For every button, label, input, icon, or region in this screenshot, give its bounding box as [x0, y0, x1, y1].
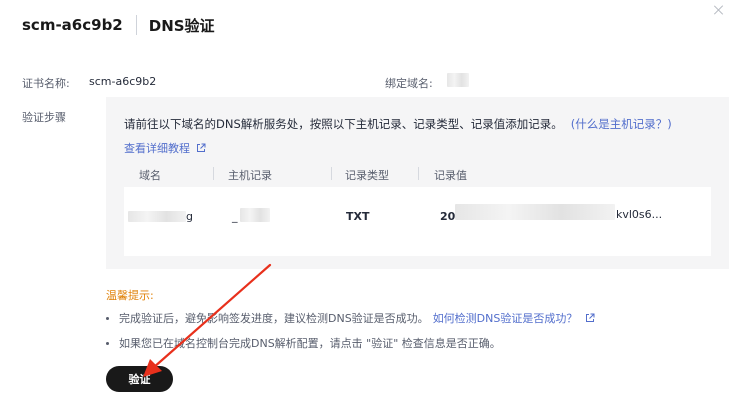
record-type-cell: TXT	[346, 210, 370, 223]
column-divider	[331, 167, 332, 180]
external-link-icon[interactable]	[585, 313, 595, 323]
record-value-prefix: 20	[440, 210, 456, 223]
header-cert-name: scm-a6c9b2	[22, 16, 123, 34]
dns-verify-dialog: scm-a6c9b2 DNS验证 证书名称: scm-a6c9b2 绑定域名: …	[0, 0, 735, 418]
instruction-main: 请前往以下域名的DNS解析服务处，按照以下主机记录、记录类型、记录值添加记录。	[124, 117, 563, 131]
steps-label: 验证步骤	[22, 111, 66, 124]
bound-domain-label: 绑定域名:	[385, 77, 433, 90]
record-value-suffix: kvl0s6...	[616, 208, 663, 221]
domain-cell-visible: g	[186, 210, 193, 223]
column-header-type: 记录类型	[345, 169, 389, 182]
tip-item: 如果您已在域名控制台完成DNS解析配置，请点击 "验证" 检查信息是否正确。	[106, 335, 501, 351]
domain-cell-redacted	[128, 211, 186, 222]
host-cell-visible: _	[232, 210, 238, 223]
bound-domain-value-redacted	[447, 73, 469, 87]
dialog-title: DNS验证	[148, 16, 215, 35]
check-dns-link[interactable]: 如何检测DNS验证是否成功？	[433, 310, 578, 326]
column-header-value: 记录值	[434, 169, 467, 182]
column-header-host: 主机记录	[228, 169, 272, 182]
column-divider	[418, 167, 419, 180]
header-separator	[135, 15, 137, 35]
cert-name-label: 证书名称:	[22, 77, 70, 90]
tutorial-link-label: 查看详细教程	[124, 142, 190, 155]
tips-title: 温馨提示:	[106, 289, 154, 302]
record-value-redacted	[455, 204, 615, 220]
table-header: 域名 主机记录 记录类型 记录值	[124, 160, 711, 187]
tip1-text: 完成验证后，避免影响签发进度，建议检测DNS验证是否成功。	[119, 312, 429, 325]
verify-button[interactable]: 验证	[106, 366, 173, 392]
dns-record-table: 域名 主机记录 记录类型 记录值 g _ TXT 20 kvl0s6...	[124, 160, 711, 256]
dialog-header: scm-a6c9b2 DNS验证	[22, 14, 215, 36]
bullet-icon	[106, 316, 109, 320]
host-cell-redacted	[240, 208, 270, 222]
verification-steps-panel: 请前往以下域名的DNS解析服务处，按照以下主机记录、记录类型、记录值添加记录。 (…	[106, 97, 729, 269]
column-header-domain: 域名	[139, 169, 161, 182]
column-divider	[213, 167, 214, 180]
external-link-icon	[197, 143, 206, 152]
bullet-icon	[106, 341, 109, 345]
close-icon[interactable]	[713, 4, 725, 16]
cert-name-value: scm-a6c9b2	[89, 75, 157, 88]
what-is-host-record-link[interactable]: (什么是主机记录？)	[571, 117, 672, 131]
tip2-text: 如果您已在域名控制台完成DNS解析配置，请点击 "验证" 检查信息是否正确。	[119, 337, 501, 350]
instruction-text: 请前往以下域名的DNS解析服务处，按照以下主机记录、记录类型、记录值添加记录。 (…	[124, 116, 672, 132]
tutorial-link[interactable]: 查看详细教程	[124, 140, 206, 156]
tip-item: 完成验证后，避免影响签发进度，建议检测DNS验证是否成功。 如何检测DNS验证是…	[106, 310, 595, 326]
